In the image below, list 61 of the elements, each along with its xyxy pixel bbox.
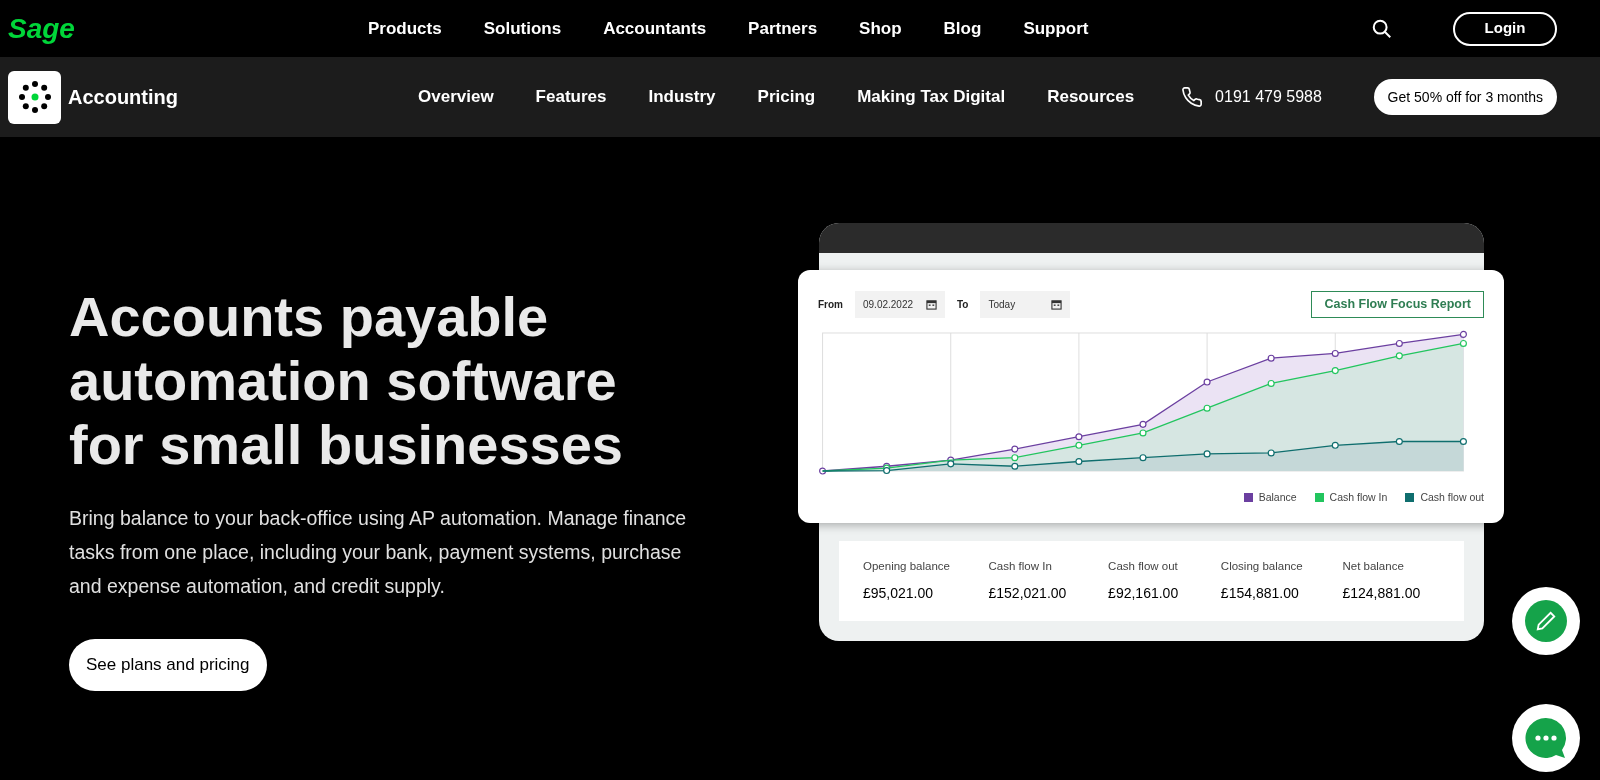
stat-value: £154,881.00 (1220, 584, 1300, 604)
chat-icon (1523, 715, 1569, 761)
calendar-icon (926, 298, 937, 310)
chart-point (1331, 349, 1339, 357)
report-button[interactable]: Cash Flow Focus Report (1311, 290, 1484, 318)
nav-link[interactable]: Accountants (603, 15, 707, 42)
from-label: From (818, 297, 843, 312)
chart-point (1331, 441, 1339, 449)
chart-point (1395, 352, 1403, 360)
logo[interactable]: Sage (8, 7, 348, 50)
stat-value: £152,021.00 (988, 584, 1068, 604)
chart-point (1395, 339, 1403, 347)
subnav-link[interactable]: Pricing (757, 84, 816, 110)
subnav-link[interactable]: Overview (418, 84, 494, 110)
nav-link[interactable]: Solutions (483, 15, 562, 42)
chart-point (1203, 404, 1211, 412)
subnav-link[interactable]: Industry (648, 84, 716, 110)
pencil-icon (1535, 610, 1557, 632)
to-label: To (957, 297, 969, 312)
chart-point (1459, 437, 1467, 446)
chart-point (1203, 378, 1211, 386)
legend-label: Balance (1258, 490, 1297, 505)
plans-button[interactable]: See plans and pricing (69, 639, 267, 691)
chart-point (1267, 379, 1275, 387)
legend-label: Cash flow In (1329, 490, 1388, 505)
nav-link[interactable]: Support (1023, 15, 1089, 42)
calendar-icon (1051, 298, 1063, 310)
stat-label: Net balance (1342, 558, 1405, 574)
stat-value: £124,881.00 (1342, 584, 1422, 604)
chart-point (1139, 454, 1147, 462)
stat-value: £92,161.00 (1108, 584, 1180, 604)
phone-link[interactable]: 0191 479 5988 (1215, 85, 1322, 109)
hero-heading: Accounts payable automation software for small businesses (69, 285, 624, 477)
legend-label: Cash flow out (1420, 490, 1484, 505)
chart-point (1395, 437, 1403, 446)
stat-label: Closing balance (1220, 558, 1304, 574)
stat-label: Opening balance (863, 558, 951, 574)
login-button[interactable]: Login (1453, 11, 1557, 46)
stat-label: Cash flow In (988, 558, 1053, 574)
chart-point (1331, 367, 1339, 375)
product-name[interactable]: Accounting (68, 82, 418, 112)
stat-label: Cash flow out (1108, 558, 1179, 574)
stat-value: £95,021.00 (863, 584, 935, 604)
nav-link[interactable]: Partners (748, 15, 818, 42)
phone-icon (1181, 86, 1204, 108)
offer-button[interactable]: Get 50% off for 3 months (1373, 79, 1557, 115)
subnav-link[interactable]: Resources (1047, 84, 1135, 110)
chart-point (1267, 449, 1275, 457)
nav-link[interactable]: Blog (943, 15, 982, 42)
chart-point (1267, 354, 1275, 362)
search-icon[interactable] (1371, 17, 1393, 40)
nav-link[interactable]: Shop (859, 15, 902, 42)
subnav-link[interactable]: Making Tax Digital (857, 84, 1006, 110)
chart-point (1203, 450, 1211, 458)
hero-description: Bring balance to your back-office using AP automation. Manage finance tasks from one place, including your bank, payment systems, purchase and expense automation, and credit supply. (69, 506, 688, 599)
nav-link[interactable]: Products (368, 15, 442, 42)
to-date-field[interactable]: Today (980, 290, 1071, 318)
chart-point (819, 467, 827, 475)
from-date-field[interactable]: 09.02.2022 (855, 290, 945, 318)
chart-point (1075, 457, 1083, 466)
subnav-link[interactable]: Features (535, 84, 607, 110)
